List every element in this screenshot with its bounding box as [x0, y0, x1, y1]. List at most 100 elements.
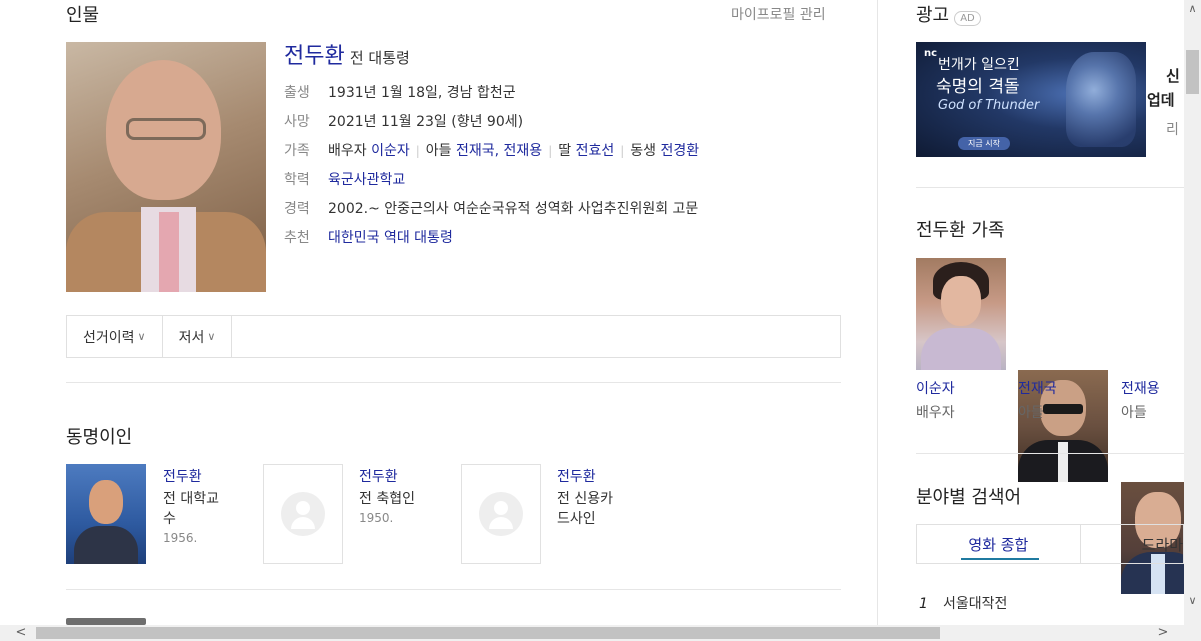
family-member-name[interactable]: 전재용 [1121, 378, 1160, 398]
family-link[interactable]: 이순자 [371, 143, 410, 159]
vertical-scrollbar[interactable]: ∧ ∨ [1184, 0, 1201, 625]
tab-label: 저서 [178, 329, 205, 346]
homonym-photo[interactable] [66, 464, 146, 564]
family-rel: 딸 [558, 143, 572, 159]
rank-number: 1 [919, 596, 928, 612]
divider [916, 453, 1184, 454]
info-value: 1931년 1월 18일, 경남 합천군 [328, 85, 516, 101]
chevron-down-icon: ∨ [207, 330, 216, 343]
homonym-card-info: 전두환 전 축협인 1950. [359, 466, 439, 525]
rank-item[interactable]: 1 서울대작전 [919, 593, 1007, 613]
info-family: 가족 배우자 이순자 | 아들 전재국, 전재용 | 딸 전효선 | 동생 전경환 [284, 137, 699, 166]
homonym-desc-line2: 드사인 [557, 511, 596, 527]
chevron-right-icon[interactable]: > [1156, 625, 1170, 640]
family-rel: 아들 [425, 143, 452, 159]
chevron-left-icon[interactable]: < [14, 625, 28, 640]
separator: | [415, 144, 420, 158]
person-placeholder-icon [479, 492, 523, 536]
ad-banner-game: God of Thunder [938, 98, 1040, 113]
profile-manage-link[interactable]: 마이프로필 관리 [731, 4, 826, 24]
ad-banner-line1: 번개가 일으킨 [938, 57, 1020, 73]
recommend-link[interactable]: 대한민국 역대 대통령 [328, 230, 453, 246]
homonym-card-info: 전두환 전 신용카 드사인 [557, 466, 637, 529]
homonym-desc-line1: 전 대학교 [163, 491, 219, 507]
homonym-card[interactable] [263, 464, 343, 564]
homonym-name[interactable]: 전두환 [557, 466, 637, 486]
homonym-photo[interactable] [263, 464, 343, 564]
family-member-name[interactable]: 이순자 [916, 378, 955, 398]
homonym-name[interactable]: 전두환 [163, 466, 243, 486]
info-label: 학력 [284, 172, 310, 188]
info-label: 출생 [284, 85, 310, 101]
divider [66, 589, 841, 590]
info-label: 사망 [284, 114, 310, 130]
ad-header: 광고 AD [916, 1, 981, 27]
info-recommend: 추천 대한민국 역대 대통령 [284, 224, 699, 253]
horizontal-scroll-thumb[interactable] [36, 627, 940, 639]
person-tabbar: 선거이력 ∨ 저서 ∨ [66, 315, 841, 358]
ad-banner-button[interactable]: 지금 시작 [958, 137, 1010, 150]
category-title: 분야별 검색어 [916, 487, 1022, 508]
homonym-card[interactable] [66, 464, 146, 564]
info-birth: 출생 1931년 1월 18일, 경남 합천군 [284, 79, 699, 108]
homonym-card[interactable] [461, 464, 541, 564]
homonym-desc-line1: 전 신용카 [557, 491, 613, 507]
next-section-title-clipped [66, 618, 146, 625]
ad-side-line2: 업데 [1147, 91, 1175, 109]
section-title-person: 인물 [66, 5, 100, 26]
family-link[interactable]: 전재국, 전재용 [456, 143, 542, 159]
family-link[interactable]: 전효선 [576, 143, 615, 159]
category-tabs: 영화 종합 드라마 [916, 524, 1184, 564]
rank-label[interactable]: 서울대작전 [943, 596, 1007, 612]
section-title-homonym: 동명이인 [66, 427, 133, 448]
tab-drama[interactable]: 드라마 [1081, 525, 1183, 563]
family-link[interactable]: 전경환 [660, 143, 699, 159]
person-placeholder-icon [281, 492, 325, 536]
family-member-rel: 아들 [1018, 405, 1044, 421]
tab-movie[interactable]: 영화 종합 [917, 525, 1081, 563]
ad-banner-line2: 숙명의 격돌 [936, 77, 1020, 97]
tab-publications[interactable]: 저서 ∨ [163, 316, 233, 357]
ad-title: 광고 [916, 5, 950, 26]
person-name[interactable]: 전두환 [284, 44, 345, 69]
ad-side-line3: 리 [1166, 122, 1179, 138]
family-title: 전두환 가족 [916, 220, 1005, 241]
family-member-name[interactable]: 전재국 [1018, 378, 1057, 398]
chevron-down-icon: ∨ [137, 330, 146, 343]
family-member-rel: 아들 [1121, 405, 1147, 421]
chevron-up-icon[interactable]: ∧ [1184, 2, 1201, 15]
person-photo[interactable] [66, 42, 266, 292]
homonym-card-info: 전두환 전 대학교 수 1956. [163, 466, 243, 545]
info-education: 학력 육군사관학교 [284, 166, 699, 195]
separator: | [548, 144, 553, 158]
chevron-down-icon[interactable]: ∨ [1184, 594, 1201, 607]
separator: | [620, 144, 625, 158]
person-info: 출생 1931년 1월 18일, 경남 합천군 사망 2021년 11월 23일 (… [284, 79, 699, 253]
family-rel: 동생 [630, 143, 657, 159]
person-heading: 전두환 전 대통령 [284, 38, 410, 70]
ad-logo: nc [924, 48, 938, 59]
vertical-scroll-thumb[interactable] [1186, 50, 1199, 94]
ad-badge: AD [954, 11, 981, 26]
ad-banner[interactable]: nc 번개가 일으킨 숙명의 격돌 God of Thunder 지금 시작 [916, 42, 1146, 157]
homonym-name[interactable]: 전두환 [359, 466, 439, 486]
homonym-desc-line1: 전 축협인 [359, 491, 415, 507]
homonym-photo[interactable] [461, 464, 541, 564]
person-role: 전 대통령 [349, 49, 410, 67]
column-divider [877, 0, 878, 625]
family-photo[interactable] [916, 258, 1006, 370]
family-rel: 배우자 [328, 143, 367, 159]
info-label: 가족 [284, 143, 310, 159]
info-value: 2002.~ 안중근의사 여순순국유적 성역화 사업추진위원회 고문 [328, 201, 699, 217]
info-value: 2021년 11월 23일 (향년 90세) [328, 114, 524, 130]
tab-election-history[interactable]: 선거이력 ∨ [67, 316, 163, 357]
divider [916, 187, 1184, 188]
education-link[interactable]: 육군사관학교 [328, 172, 405, 188]
ad-side-line1: 신 [1166, 67, 1180, 85]
homonym-year: 1950. [359, 511, 394, 525]
horizontal-scrollbar[interactable]: < > [0, 625, 1201, 641]
info-label: 경력 [284, 201, 310, 217]
divider [66, 382, 841, 383]
family-member-rel: 배우자 [916, 405, 955, 421]
info-death: 사망 2021년 11월 23일 (향년 90세) [284, 108, 699, 137]
